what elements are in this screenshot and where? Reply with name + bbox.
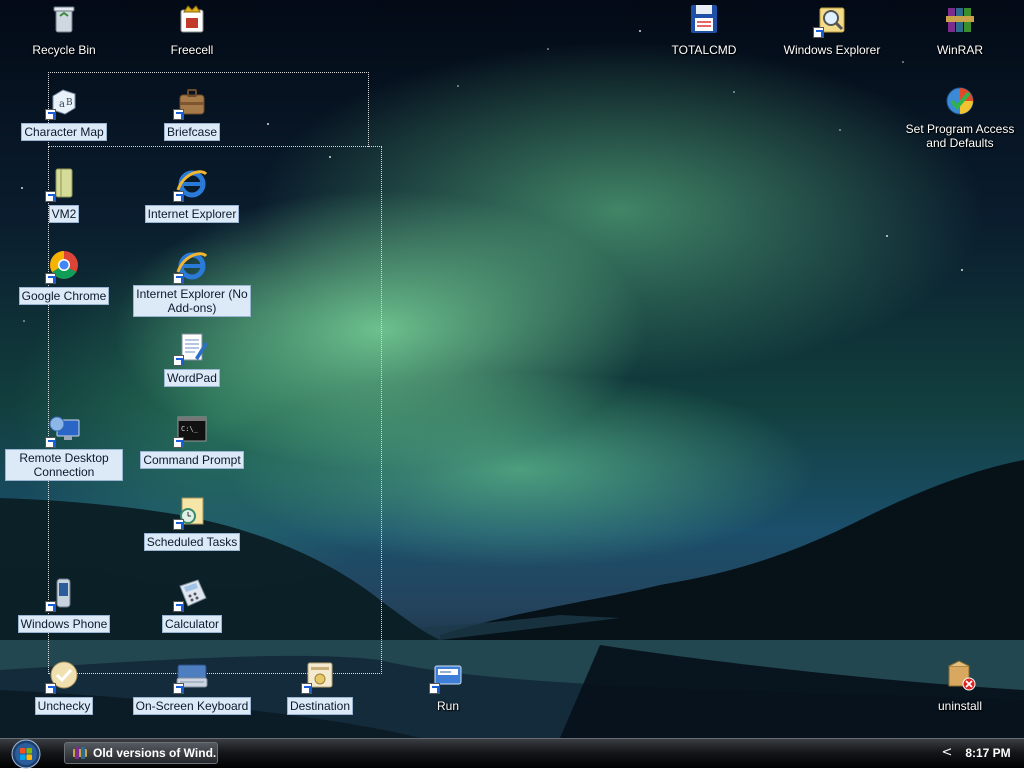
desktop-icon-scheduled-tasks[interactable]: Scheduled Tasks: [130, 494, 254, 551]
desktop-icon-label: Character Map: [21, 123, 107, 141]
shortcut-arrow-icon: [45, 191, 56, 202]
shortcut-arrow-icon: [45, 273, 56, 284]
character-map-icon: aB: [45, 84, 81, 120]
shortcut-arrow-icon: [45, 683, 56, 694]
desktop-icon-label: Calculator: [161, 615, 223, 633]
desktop-icon-label: Freecell: [170, 43, 214, 57]
desktop-icon-remote-desktop-connection[interactable]: Remote Desktop Connection: [2, 412, 126, 481]
desktop-icon-label: Google Chrome: [18, 287, 110, 305]
desktop-icon-wordpad[interactable]: WordPad: [130, 330, 254, 387]
shortcut-arrow-icon: [173, 109, 184, 120]
shortcut-arrow-icon: [45, 437, 56, 448]
recycle-bin-icon: [47, 2, 81, 36]
winrar-books-icon: [943, 2, 977, 36]
desktop-icon-label: VM2: [48, 205, 80, 223]
desktop-icon-totalcmd[interactable]: TOTALCMD: [642, 2, 766, 58]
program-defaults-icon: [943, 84, 977, 118]
desktop-icon-freecell[interactable]: Freecell: [130, 2, 254, 58]
uninstall-icon: [943, 658, 977, 692]
shortcut-arrow-icon: [45, 109, 56, 120]
shortcut-arrow-icon: [173, 683, 184, 694]
desktop-icon-winrar[interactable]: WinRAR: [898, 2, 1022, 58]
shortcut-arrow-icon: [813, 27, 824, 38]
tray-expand-arrow[interactable]: <: [940, 744, 954, 762]
desktop-icon-label: uninstall: [937, 699, 983, 713]
freecell-icon: [175, 2, 209, 36]
scheduled-tasks-icon: [173, 494, 209, 530]
desktop-icon-destination[interactable]: Destination: [258, 658, 382, 715]
desktop-icon-label: Set Program Access and Defaults: [905, 122, 1015, 150]
desktop-icon-command-prompt[interactable]: C:\_ Command Prompt: [130, 412, 254, 469]
desktop-icon-label: Internet Explorer: [144, 205, 240, 223]
desktop-icon-google-chrome[interactable]: Google Chrome: [2, 248, 126, 305]
shortcut-arrow-icon: [173, 191, 184, 202]
system-clock[interactable]: 8:17 PM: [962, 744, 1014, 762]
shortcut-arrow-icon: [173, 519, 184, 530]
internet-explorer-icon: [173, 248, 209, 284]
taskbar: Old versions of Wind... < 8:17 PM: [0, 738, 1024, 769]
desktop-icon-calculator[interactable]: Calculator: [130, 576, 254, 633]
desktop-icon-recycle-bin[interactable]: Recycle Bin: [2, 2, 126, 58]
taskbar-window-title: Old versions of Wind...: [93, 746, 218, 760]
shortcut-arrow-icon: [173, 355, 184, 366]
briefcase-icon: [173, 84, 209, 120]
desktop-icon-label: TOTALCMD: [671, 43, 737, 57]
shortcut-arrow-icon: [173, 437, 184, 448]
desktop-icon-character-map[interactable]: a B Character Map: [2, 84, 126, 141]
folder-icon: [45, 166, 81, 202]
svg-text:a: a: [59, 99, 65, 110]
desktop-icon-set-program-access-and-defaults[interactable]: Set Program Access and Defaults: [898, 84, 1022, 151]
desktop-icon-label: WinRAR: [936, 43, 983, 57]
desktop-icon-on-screen-keyboard[interactable]: On-Screen Keyboard: [130, 658, 254, 715]
desktop-icon-label: On-Screen Keyboard: [132, 697, 252, 715]
winrar-icon: [73, 747, 87, 759]
taskbar-window-button[interactable]: Old versions of Wind...: [64, 742, 218, 764]
chrome-icon: [45, 248, 81, 284]
desktop-icon-label: Windows Explorer: [783, 43, 881, 57]
desktop-icon-label: Run: [436, 699, 459, 713]
desktop-icon-label: Briefcase: [163, 123, 221, 141]
remote-desktop-icon: [45, 412, 81, 448]
desktop-icon-label: Command Prompt: [140, 451, 244, 469]
desktop-icon-label: Internet Explorer (No Add-ons): [133, 285, 251, 317]
calculator-icon: [173, 576, 209, 612]
desktop-icon-briefcase[interactable]: Briefcase: [130, 84, 254, 141]
phone-icon: [45, 576, 81, 612]
svg-text:B: B: [66, 98, 73, 108]
shortcut-arrow-icon: [45, 601, 56, 612]
shortcut-arrow-icon: [429, 683, 440, 694]
windows-orb-icon[interactable]: [8, 739, 44, 769]
desktop-icon-run[interactable]: Run: [386, 658, 510, 714]
desktop-icon-label: Remote Desktop Connection: [5, 449, 123, 481]
desktop-icon-windows-explorer[interactable]: Windows Explorer: [770, 2, 894, 58]
desktop-icon-label: Unchecky: [34, 697, 94, 715]
desktop-icon-internet-explorer[interactable]: Internet Explorer: [130, 166, 254, 223]
desktop-icon-label: Destination: [286, 697, 354, 715]
desktop-background: Recycle Bin Freecell TOTALCMD Windows Explo…: [0, 0, 1024, 738]
desktop-icon-label: WordPad: [164, 369, 220, 387]
start-button[interactable]: [8, 739, 44, 769]
internet-explorer-icon: [173, 166, 209, 202]
desktop-icon-label: Scheduled Tasks: [143, 533, 241, 551]
desktop-icon-unchecky[interactable]: Unchecky: [2, 658, 126, 715]
destination-icon: [301, 658, 337, 694]
desktop-icon-windows-phone[interactable]: Windows Phone: [2, 576, 126, 633]
floppy-disk-icon: [687, 2, 721, 36]
command-prompt-icon: C:\_: [173, 412, 209, 448]
desktop-icon-vm2[interactable]: VM2: [2, 166, 126, 223]
desktop-icon-label: Windows Phone: [17, 615, 111, 633]
desktop-icon-label: Recycle Bin: [32, 43, 96, 57]
desktop-icon-internet-explorer-no-add-ons[interactable]: Internet Explorer (No Add-ons): [130, 248, 254, 317]
shortcut-arrow-icon: [173, 273, 184, 284]
wordpad-icon: [173, 330, 209, 366]
unchecky-icon: [45, 658, 81, 694]
shortcut-arrow-icon: [173, 601, 184, 612]
desktop-icon-uninstall[interactable]: uninstall: [898, 658, 1022, 714]
keyboard-icon: [173, 658, 209, 694]
run-icon: [429, 658, 465, 694]
magnifier-folder-icon: [813, 2, 849, 38]
svg-text:C:\_: C:\_: [181, 425, 199, 433]
shortcut-arrow-icon: [301, 683, 312, 694]
